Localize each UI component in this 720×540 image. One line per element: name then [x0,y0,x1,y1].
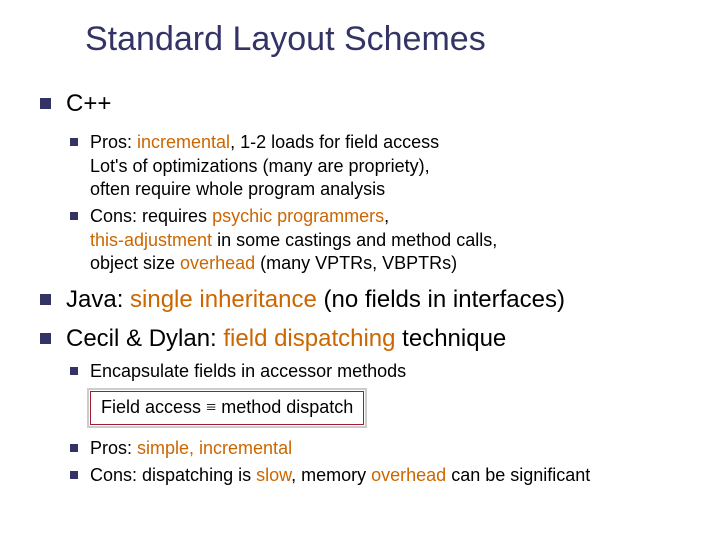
cpp-sublist: Pros: incremental, 1-2 loads for field a… [66,131,690,275]
cpp-cons: Cons: requires psychic programmers, this… [66,205,690,275]
highlight: overhead [371,465,446,485]
text: (no fields in interfaces) [317,286,565,313]
highlight: this-adjustment [90,230,212,250]
text: Field access [101,397,206,417]
bullet-java: Java: single inheritance (no fields in i… [40,284,690,315]
text: (many VPTRs, VBPTRs) [255,253,457,273]
text: technique [396,325,507,352]
highlight: incremental [137,132,230,152]
cecil-cons: Cons: dispatching is slow, memory overhe… [66,464,690,487]
cecil-encapsulate: Encapsulate fields in accessor methods [66,360,690,383]
highlight: field dispatching [223,325,395,352]
text: Cons: dispatching is [90,465,256,485]
highlight: overhead [180,253,255,273]
text: Pros: [90,438,137,458]
highlight: slow [256,465,291,485]
equivalence-box: Field access ≡ method dispatch [90,391,364,424]
text: , [384,206,389,226]
text: Pros: [90,132,137,152]
cecil-sublist-2: Pros: simple, incremental Cons: dispatch… [66,437,690,488]
bullet-cecil-dylan: Cecil & Dylan: field dispatching techniq… [40,323,690,488]
highlight: psychic programmers [212,206,384,226]
bullet-list: C++ Pros: incremental, 1-2 loads for fie… [40,88,690,487]
bullet-cpp: C++ Pros: incremental, 1-2 loads for fie… [40,88,690,276]
text: , memory [291,465,371,485]
cecil-pros: Pros: simple, incremental [66,437,690,460]
cecil-sublist: Encapsulate fields in accessor methods [66,360,690,383]
text: method dispatch [216,397,353,417]
slide-body: C++ Pros: incremental, 1-2 loads for fie… [40,80,690,487]
slide: Standard Layout Schemes C++ Pros: increm… [0,0,720,540]
highlight: simple, incremental [137,438,292,458]
bullet-label: C++ [66,90,111,117]
text: Cecil & Dylan: [66,325,223,352]
text: Encapsulate fields in accessor methods [90,361,406,381]
text: can be significant [446,465,590,485]
highlight: single inheritance [130,286,317,313]
cpp-pros: Pros: incremental, 1-2 loads for field a… [66,131,690,201]
text: Java: [66,286,130,313]
text: Cons: requires [90,206,212,226]
slide-title: Standard Layout Schemes [85,20,486,59]
equiv-symbol: ≡ [206,397,216,417]
